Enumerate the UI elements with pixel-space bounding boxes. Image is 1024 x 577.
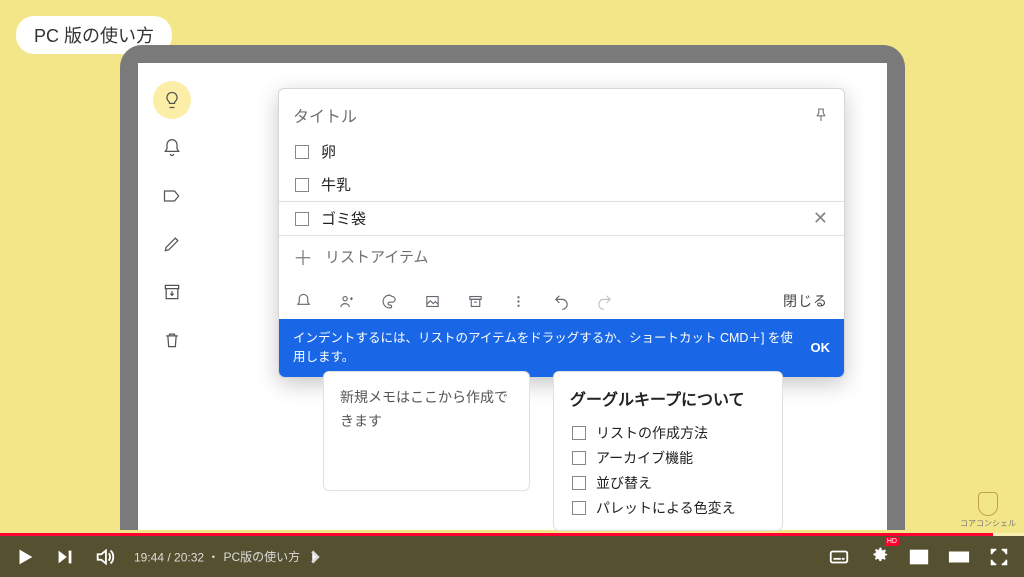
note-card-title: グーグルキープについて	[570, 386, 766, 410]
hint-banner: インデントするには、リストのアイテムをドラッグするか、ショートカット CMD＋]…	[279, 319, 844, 377]
remove-item-icon[interactable]: ✕	[813, 208, 828, 229]
archive-icon	[162, 282, 182, 302]
fullscreen-icon[interactable]	[988, 546, 1010, 568]
sidebar	[148, 81, 196, 359]
archive-action-icon[interactable]	[467, 293, 484, 310]
checkbox-icon	[572, 501, 586, 515]
list-item-text[interactable]: 卵	[321, 141, 830, 162]
list-item[interactable]: 牛乳	[279, 168, 844, 201]
theater-icon[interactable]	[948, 546, 970, 568]
plus-icon: ＋	[293, 242, 313, 271]
checkbox-icon	[572, 476, 586, 490]
list-item[interactable]: 卵	[279, 135, 844, 168]
time-display: 19:44 / 20:32 ・ PC版の使い方	[134, 546, 326, 568]
tag-icon	[162, 186, 182, 206]
keep-app: タイトル 卵 牛乳 ゴミ袋 ✕ ＋ リストアイテム	[138, 63, 887, 530]
hint-text: インデントするには、リストのアイテムをドラッグするか、ショートカット CMD＋]…	[293, 329, 797, 367]
checklist: 卵 牛乳 ゴミ袋 ✕ ＋ リストアイテム	[279, 131, 844, 281]
bulb-icon	[162, 90, 182, 110]
trash-icon	[162, 330, 182, 350]
image-icon[interactable]	[424, 293, 441, 310]
sidebar-notes[interactable]	[153, 81, 191, 119]
list-item: アーカイブ機能	[570, 445, 766, 470]
close-button[interactable]: 閉じる	[783, 291, 828, 311]
checkbox-icon[interactable]	[295, 178, 309, 192]
note-toolbar: 閉じる	[279, 281, 844, 319]
list-item-text[interactable]: ゴミ袋	[321, 208, 801, 229]
list-item: リストの作成方法	[570, 420, 766, 445]
bell-icon	[162, 138, 182, 158]
hd-badge: HD	[885, 537, 899, 546]
sidebar-reminders[interactable]	[153, 129, 191, 167]
channel-watermark[interactable]: コアコンシェル	[960, 492, 1016, 529]
palette-icon[interactable]	[381, 293, 398, 310]
sidebar-labels[interactable]	[153, 177, 191, 215]
sidebar-edit[interactable]	[153, 225, 191, 263]
next-icon[interactable]	[54, 546, 76, 568]
checkbox-icon[interactable]	[295, 212, 309, 226]
checkbox-icon	[572, 451, 586, 465]
note-card[interactable]: 新規メモはここから作成できます	[323, 371, 530, 491]
note-title-input[interactable]: タイトル	[293, 103, 812, 127]
checkbox-icon[interactable]	[295, 145, 309, 159]
pin-icon[interactable]	[812, 106, 830, 124]
add-item-label: リストアイテム	[325, 246, 830, 267]
checkbox-icon	[572, 426, 586, 440]
volume-icon[interactable]	[94, 546, 116, 568]
redo-icon[interactable]	[596, 293, 613, 310]
play-icon[interactable]	[14, 546, 36, 568]
settings-button[interactable]: HD	[868, 543, 890, 570]
sidebar-archive[interactable]	[153, 273, 191, 311]
undo-icon[interactable]	[553, 293, 570, 310]
more-icon[interactable]	[510, 293, 527, 310]
note-editor: タイトル 卵 牛乳 ゴミ袋 ✕ ＋ リストアイテム	[278, 88, 845, 378]
reminder-icon[interactable]	[295, 293, 312, 310]
list-item: パレットによる色変え	[570, 495, 766, 520]
list-item-text[interactable]: 牛乳	[321, 174, 830, 195]
sidebar-trash[interactable]	[153, 321, 191, 359]
subtitles-icon[interactable]	[828, 546, 850, 568]
add-list-item[interactable]: ＋ リストアイテム	[279, 236, 844, 277]
list-item: 並び替え	[570, 470, 766, 495]
laptop-frame: タイトル 卵 牛乳 ゴミ袋 ✕ ＋ リストアイテム	[120, 45, 905, 530]
hint-ok-button[interactable]: OK	[811, 340, 831, 355]
gear-icon	[868, 543, 890, 565]
player-controls: 19:44 / 20:32 ・ PC版の使い方 HD	[0, 536, 1024, 577]
note-card[interactable]: グーグルキープについて リストの作成方法 アーカイブ機能 並び替え パレットによ…	[553, 371, 783, 531]
chevron-right-icon	[304, 546, 326, 568]
collaborator-icon[interactable]	[338, 293, 355, 310]
list-item[interactable]: ゴミ袋 ✕	[279, 201, 844, 236]
miniplayer-icon[interactable]	[908, 546, 930, 568]
pencil-icon	[162, 234, 182, 254]
note-card-text: 新規メモはここから作成できます	[340, 386, 513, 434]
